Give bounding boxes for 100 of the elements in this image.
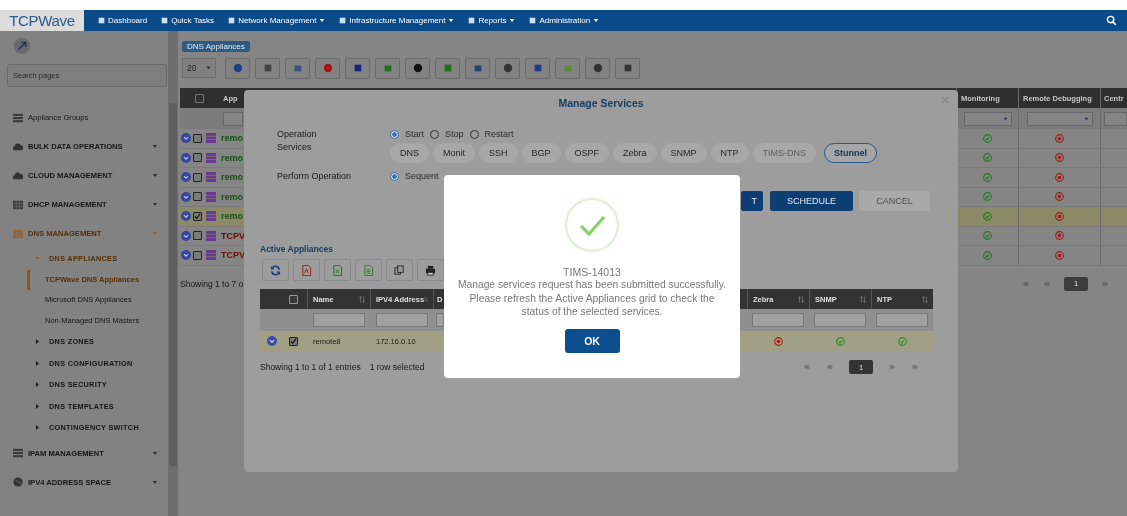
filter-dropdown[interactable]	[1026, 111, 1093, 126]
checkbox[interactable]	[288, 336, 298, 346]
sort-icon[interactable]	[860, 295, 866, 303]
filter-field[interactable]	[436, 313, 444, 327]
toolbar-button[interactable]	[405, 57, 430, 79]
nav-menu-item[interactable]: Quick Tasks	[161, 16, 215, 25]
first-page-icon[interactable]	[1022, 280, 1029, 287]
csv-export-button[interactable]	[355, 259, 382, 281]
filter-dropdown[interactable]	[963, 111, 1012, 126]
service-toggle[interactable]: DNS	[390, 143, 429, 163]
action-button[interactable]: SCHEDULE	[770, 191, 853, 211]
scrollbar-thumb[interactable]	[169, 103, 177, 466]
breadcrumb[interactable]: DNS Appliances	[182, 41, 250, 52]
list-icon	[13, 112, 23, 123]
nav-menu-item[interactable]: Administration	[529, 16, 600, 25]
service-toggle[interactable]: SSH	[479, 143, 518, 163]
checkbox[interactable]	[193, 172, 202, 182]
checkbox[interactable]	[193, 153, 202, 163]
printer-icon	[425, 264, 436, 276]
caret-icon	[1002, 116, 1008, 121]
expand-icon[interactable]	[181, 191, 191, 202]
checkbox[interactable]	[193, 133, 202, 143]
appliance-name[interactable]: TCPV	[221, 230, 245, 241]
sort-icon[interactable]	[922, 295, 928, 303]
filter-field[interactable]	[312, 313, 365, 327]
service-toggle[interactable]: Zebra	[613, 143, 657, 163]
expand-icon[interactable]	[181, 250, 191, 261]
expand-icon[interactable]	[266, 336, 277, 346]
toolbar-button[interactable]	[525, 57, 550, 79]
toolbar-button[interactable]	[615, 57, 640, 79]
appliance-name[interactable]: TCPV	[221, 250, 245, 261]
collapse-icon[interactable]	[13, 37, 31, 55]
filter-field[interactable]	[1104, 111, 1127, 126]
checkbox[interactable]	[193, 192, 202, 202]
previous-page-icon[interactable]	[1043, 280, 1050, 287]
server-icon	[206, 133, 216, 144]
radio-option[interactable]: Stop	[430, 129, 464, 139]
expand-icon[interactable]	[181, 230, 191, 241]
toolbar-button[interactable]	[495, 57, 520, 79]
filter-field[interactable]	[375, 313, 428, 327]
checkbox[interactable]	[288, 294, 298, 304]
spreadsheet-file-icon	[332, 264, 343, 276]
page-size-select[interactable]: 20	[182, 58, 216, 78]
excel-export-button[interactable]	[324, 259, 351, 281]
filter-field[interactable]	[814, 313, 866, 327]
caret-icon	[152, 173, 158, 178]
service-toggle[interactable]: OSPF	[564, 143, 610, 163]
toolbar-button[interactable]	[345, 57, 370, 79]
refresh-button[interactable]	[262, 259, 289, 281]
print-button[interactable]	[417, 259, 444, 281]
service-toggle[interactable]: Stunnel	[824, 143, 878, 163]
expand-icon[interactable]	[181, 172, 191, 183]
logo[interactable]: TCPWave	[0, 10, 84, 31]
nav-menu-item[interactable]: Dashboard	[98, 16, 148, 25]
filter-field[interactable]	[223, 111, 243, 126]
service-toggle[interactable]: NTP	[710, 143, 749, 163]
expand-icon[interactable]	[181, 211, 191, 222]
nav-menu-item[interactable]: Network Management	[228, 16, 326, 25]
expand-icon[interactable]	[181, 133, 191, 144]
pdf-export-button[interactable]	[293, 259, 320, 281]
toolbar-button[interactable]	[225, 57, 250, 79]
toolbar-icon	[592, 63, 603, 73]
sort-icon[interactable]	[359, 295, 365, 303]
checkbox[interactable]	[193, 211, 202, 221]
radio-option[interactable]: Sequent	[390, 171, 439, 181]
checkbox[interactable]	[193, 231, 202, 241]
nav-menu-item[interactable]: Infrastructure Management	[339, 16, 455, 25]
toolbar-button[interactable]	[255, 57, 280, 79]
last-page-icon[interactable]	[912, 364, 919, 370]
checkbox[interactable]	[193, 250, 202, 260]
sort-icon[interactable]	[798, 295, 804, 303]
filter-field[interactable]	[752, 313, 804, 327]
scrollbar[interactable]	[168, 31, 178, 516]
field-label: Services	[277, 142, 313, 152]
copy-button[interactable]	[386, 259, 413, 281]
triangle-icon	[35, 403, 40, 409]
toolbar-button[interactable]	[585, 57, 610, 79]
service-toggle[interactable]: Monit	[433, 143, 476, 163]
appliance-name[interactable]: remo	[221, 211, 243, 222]
radio-option[interactable]: Restart	[469, 129, 514, 139]
toolbar-button[interactable]	[285, 57, 310, 79]
previous-page-icon[interactable]	[826, 364, 833, 370]
action-button[interactable]: T	[741, 191, 763, 211]
next-page-icon[interactable]	[889, 364, 896, 370]
triangle-icon	[35, 425, 40, 431]
filter-field[interactable]	[876, 313, 928, 327]
service-toggle[interactable]: BGP	[521, 143, 561, 163]
caret-icon	[448, 18, 455, 23]
triangle-icon	[35, 256, 40, 262]
next-page-icon[interactable]	[1102, 280, 1109, 287]
nav-menu-item[interactable]: Reports	[468, 16, 516, 25]
service-toggle[interactable]: SNMP	[660, 143, 707, 163]
radio-option[interactable]: Start	[390, 129, 424, 139]
first-page-icon[interactable]	[803, 364, 810, 370]
toolbar-button[interactable]	[465, 57, 490, 79]
globe-icon	[13, 477, 23, 487]
checkbox[interactable]	[195, 93, 204, 103]
expand-icon[interactable]	[181, 152, 191, 163]
ok-button[interactable]: OK	[564, 328, 620, 353]
search-icon[interactable]	[1106, 15, 1117, 26]
